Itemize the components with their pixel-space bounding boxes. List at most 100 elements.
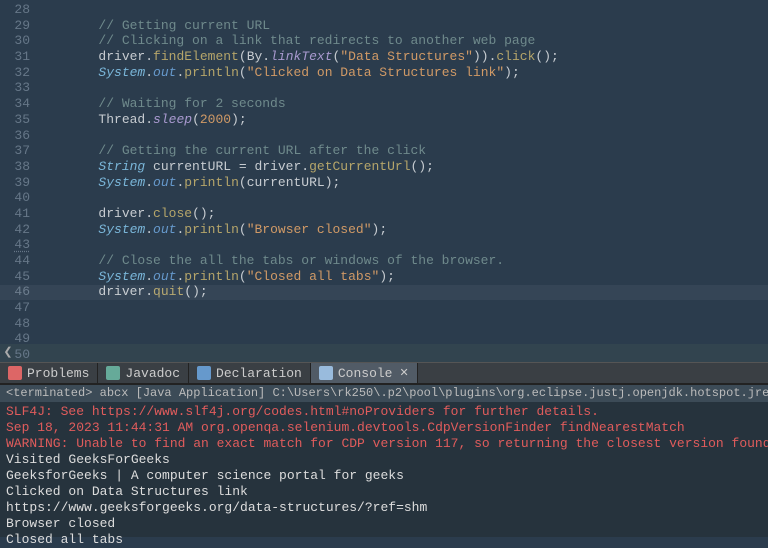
code-line[interactable]: // Waiting for 2 seconds (36, 96, 768, 112)
code-line[interactable]: System.out.println(currentURL); (36, 175, 768, 191)
code-line[interactable]: System.out.println("Clicked on Data Stru… (36, 65, 768, 81)
code-token: currentURL (247, 175, 325, 190)
console-icon (319, 366, 333, 380)
code-token: ( (239, 65, 247, 80)
line-number: 32 (0, 65, 30, 81)
code-token: = (231, 159, 254, 174)
code-editor[interactable]: 2829303132333435363738394041424344454647… (0, 0, 768, 344)
tab-problems[interactable]: Problems (0, 363, 98, 383)
line-number: 35 (0, 112, 30, 128)
code-line[interactable]: Thread.sleep(2000); (36, 112, 768, 128)
code-token: // Getting the current URL after the cli… (98, 143, 426, 158)
problems-icon (8, 366, 22, 380)
code-token (36, 33, 98, 48)
code-line[interactable] (36, 190, 768, 206)
tab-javadoc[interactable]: Javadoc (98, 363, 189, 383)
code-token: "Browser closed" (247, 222, 372, 237)
code-token: . (145, 49, 153, 64)
code-token: . (145, 269, 153, 284)
code-token: (); (411, 159, 434, 174)
code-line[interactable] (36, 237, 768, 253)
code-token: // Close the all the tabs or windows of … (98, 253, 504, 268)
console-output[interactable]: SLF4J: See https://www.slf4j.org/codes.h… (0, 402, 768, 537)
code-token: driver (98, 49, 145, 64)
console-line: https://www.geeksforgeeks.org/data-struc… (6, 500, 762, 516)
code-token: ( (239, 269, 247, 284)
tab-declaration[interactable]: Declaration (189, 363, 311, 383)
code-line[interactable]: // Getting the current URL after the cli… (36, 143, 768, 159)
code-line[interactable] (36, 300, 768, 316)
code-token: ( (239, 49, 247, 64)
code-token: "Clicked on Data Structures link" (247, 65, 504, 80)
code-token: "Closed all tabs" (247, 269, 380, 284)
code-token: . (145, 112, 153, 127)
code-line[interactable] (36, 2, 768, 18)
code-area[interactable]: // Getting current URL // Clicking on a … (36, 0, 768, 344)
code-token (145, 159, 153, 174)
code-token: currentURL (153, 159, 231, 174)
code-line[interactable] (36, 316, 768, 332)
line-number: 45 (0, 269, 30, 285)
code-line[interactable]: // Clicking on a link that redirects to … (36, 33, 768, 49)
code-line[interactable]: String currentURL = driver.getCurrentUrl… (36, 159, 768, 175)
console-line: SLF4J: See https://www.slf4j.org/codes.h… (6, 404, 762, 420)
code-token: . (145, 175, 153, 190)
javadoc-icon (106, 366, 120, 380)
code-token: out (153, 65, 176, 80)
code-token: // Waiting for 2 seconds (98, 96, 285, 111)
code-line[interactable]: System.out.println("Closed all tabs"); (36, 269, 768, 285)
line-number: 47 (0, 300, 30, 316)
code-token: driver (98, 206, 145, 221)
tab-label: Console (338, 366, 393, 381)
code-token: out (153, 222, 176, 237)
tab-label: Problems (27, 366, 89, 381)
code-token: ); (231, 112, 247, 127)
code-line[interactable] (36, 80, 768, 96)
code-token: . (145, 284, 153, 299)
code-token: driver (254, 159, 301, 174)
code-line[interactable]: driver.quit(); (36, 284, 768, 300)
code-token: findElement (153, 49, 239, 64)
line-gutter: 2829303132333435363738394041424344454647… (0, 0, 36, 344)
code-line[interactable]: System.out.println("Browser closed"); (36, 222, 768, 238)
code-token: // Getting current URL (98, 18, 270, 33)
code-token: println (184, 65, 239, 80)
line-number: 30 (0, 33, 30, 49)
code-token: . (145, 206, 153, 221)
code-token: String (98, 159, 145, 174)
code-token: . (262, 49, 270, 64)
code-token: quit (153, 284, 184, 299)
code-token (36, 18, 98, 33)
code-token: ); (372, 222, 388, 237)
line-number: 37 (0, 143, 30, 159)
line-number: 43 (0, 237, 30, 253)
line-number: 41 (0, 206, 30, 222)
line-number: 39 (0, 175, 30, 191)
code-token: By (247, 49, 263, 64)
code-token (36, 269, 98, 284)
code-line[interactable]: // Close the all the tabs or windows of … (36, 253, 768, 269)
code-line[interactable] (36, 128, 768, 144)
code-line[interactable]: // Getting current URL (36, 18, 768, 34)
console-run-header: <terminated> abcx [Java Application] C:\… (0, 384, 768, 402)
horizontal-scrollbar[interactable]: ❮ (0, 344, 768, 362)
console-line: Clicked on Data Structures link (6, 484, 762, 500)
code-token: ( (239, 222, 247, 237)
console-line: Browser closed (6, 516, 762, 532)
code-token: out (153, 175, 176, 190)
code-token (36, 253, 98, 268)
line-number: 36 (0, 128, 30, 144)
bottom-tab-bar[interactable]: Problems JavadocDeclaration Console ✕ (0, 362, 768, 384)
tab-console[interactable]: Console ✕ (311, 363, 418, 383)
code-token: println (184, 269, 239, 284)
code-line[interactable]: driver.close(); (36, 206, 768, 222)
code-token: . (301, 159, 309, 174)
code-line[interactable]: driver.findElement(By.linkText("Data Str… (36, 49, 768, 65)
code-token (36, 112, 98, 127)
code-token (36, 284, 98, 299)
code-line[interactable] (36, 331, 768, 344)
declaration-icon (197, 366, 211, 380)
close-icon[interactable]: ✕ (399, 366, 408, 380)
code-token: (); (184, 284, 207, 299)
code-token: linkText (270, 49, 332, 64)
